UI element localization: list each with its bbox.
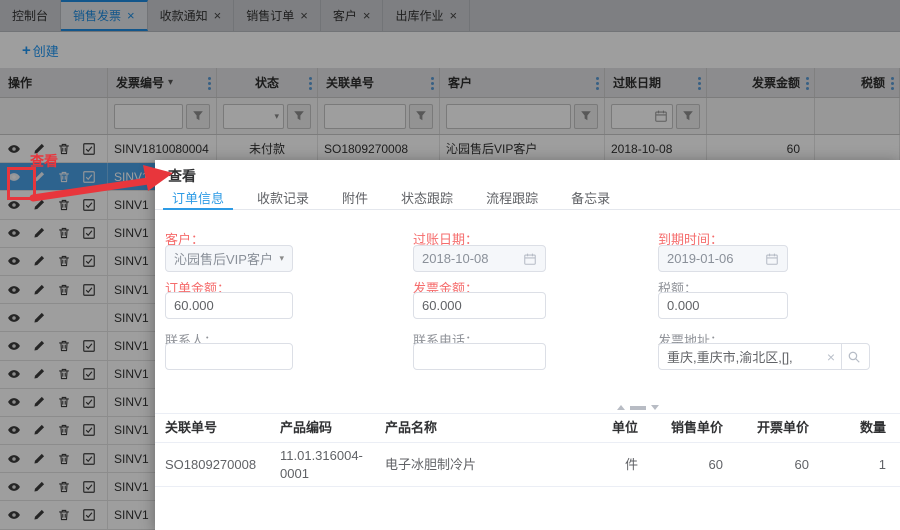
lines-column-header: 单位 bbox=[583, 416, 652, 440]
form-search-field[interactable]: 重庆,重庆市,渝北区,[], × bbox=[658, 343, 870, 370]
lines-row[interactable]: SO180927000811.01.316004-0001电子冰胆制冷片件606… bbox=[155, 443, 900, 487]
modal-tab[interactable]: 流程跟踪 bbox=[481, 188, 543, 209]
form-text-field[interactable] bbox=[413, 343, 546, 370]
panel-resize-handle[interactable] bbox=[617, 405, 659, 410]
collapse-up-icon bbox=[617, 405, 625, 410]
lines-body: SO180927000811.01.316004-0001电子冰胆制冷片件606… bbox=[155, 443, 900, 487]
annotation-arrow-icon bbox=[28, 160, 178, 205]
modal-tab[interactable]: 备忘录 bbox=[566, 188, 615, 209]
form-text-field[interactable]: 60.000 bbox=[165, 292, 293, 319]
form-text-field[interactable] bbox=[165, 343, 293, 370]
invoice-lines-table: 关联单号产品编码产品名称单位销售单价开票单价数量 SO180927000811.… bbox=[155, 413, 900, 487]
dropdown-caret-icon[interactable]: ▾ bbox=[279, 253, 284, 264]
lines-cell: 1 bbox=[823, 453, 900, 477]
lines-column-header: 数量 bbox=[823, 416, 900, 440]
modal-tab[interactable]: 状态跟踪 bbox=[396, 188, 458, 209]
lines-cell: 11.01.316004-0001 bbox=[270, 444, 375, 485]
form-date-field[interactable]: 2019-01-06 bbox=[658, 245, 788, 272]
lines-cell: SO1809270008 bbox=[155, 453, 270, 477]
form-field-value: 60.000 bbox=[174, 298, 214, 313]
lines-column-header: 产品名称 bbox=[375, 416, 583, 440]
form-field-value: 重庆,重庆市,渝北区,[], bbox=[667, 347, 793, 366]
lines-column-header: 产品编码 bbox=[270, 416, 375, 440]
address-search-button[interactable] bbox=[841, 344, 861, 369]
calendar-icon[interactable] bbox=[765, 252, 779, 266]
screen: 控制台销售发票×收款通知×销售订单×客户×出库作业× +创建 操作发票编号▾状态… bbox=[0, 0, 900, 530]
lines-column-header: 关联单号 bbox=[155, 416, 270, 440]
lines-cell: 件 bbox=[583, 453, 652, 477]
collapse-down-icon bbox=[651, 405, 659, 410]
lines-cell: 60 bbox=[737, 453, 823, 477]
lines-cell: 电子冰胆制冷片 bbox=[375, 453, 583, 477]
lines-cell: 60 bbox=[652, 453, 737, 477]
form-field-value: 60.000 bbox=[422, 298, 462, 313]
modal-tab-bar: 订单信息收款记录附件状态跟踪流程跟踪备忘录 bbox=[155, 188, 900, 210]
form-field-value: 沁园售后VIP客户 bbox=[174, 249, 273, 268]
calendar-icon[interactable] bbox=[523, 252, 537, 266]
form-field-value: 2019-01-06 bbox=[667, 251, 734, 266]
lines-column-header: 销售单价 bbox=[652, 416, 737, 440]
form-text-field[interactable]: 60.000 bbox=[413, 292, 546, 319]
drag-bar-icon bbox=[630, 406, 646, 410]
search-magnifier-icon bbox=[847, 350, 861, 364]
form-text-field[interactable]: 0.000 bbox=[658, 292, 788, 319]
modal-tab[interactable]: 收款记录 bbox=[252, 188, 314, 209]
modal-tab[interactable]: 附件 bbox=[337, 188, 373, 209]
form-select-field[interactable]: 沁园售后VIP客户 ▾ bbox=[165, 245, 293, 272]
form-field-value: 0.000 bbox=[667, 298, 700, 313]
view-invoice-modal: 查看 订单信息收款记录附件状态跟踪流程跟踪备忘录 客户：沁园售后VIP客户▾过账… bbox=[155, 160, 900, 530]
lines-header-row: 关联单号产品编码产品名称单位销售单价开票单价数量 bbox=[155, 413, 900, 443]
lines-column-header: 开票单价 bbox=[737, 416, 823, 440]
clear-icon[interactable]: × bbox=[827, 350, 835, 364]
form-field-value: 2018-10-08 bbox=[422, 251, 489, 266]
form-date-field[interactable]: 2018-10-08 bbox=[413, 245, 546, 272]
